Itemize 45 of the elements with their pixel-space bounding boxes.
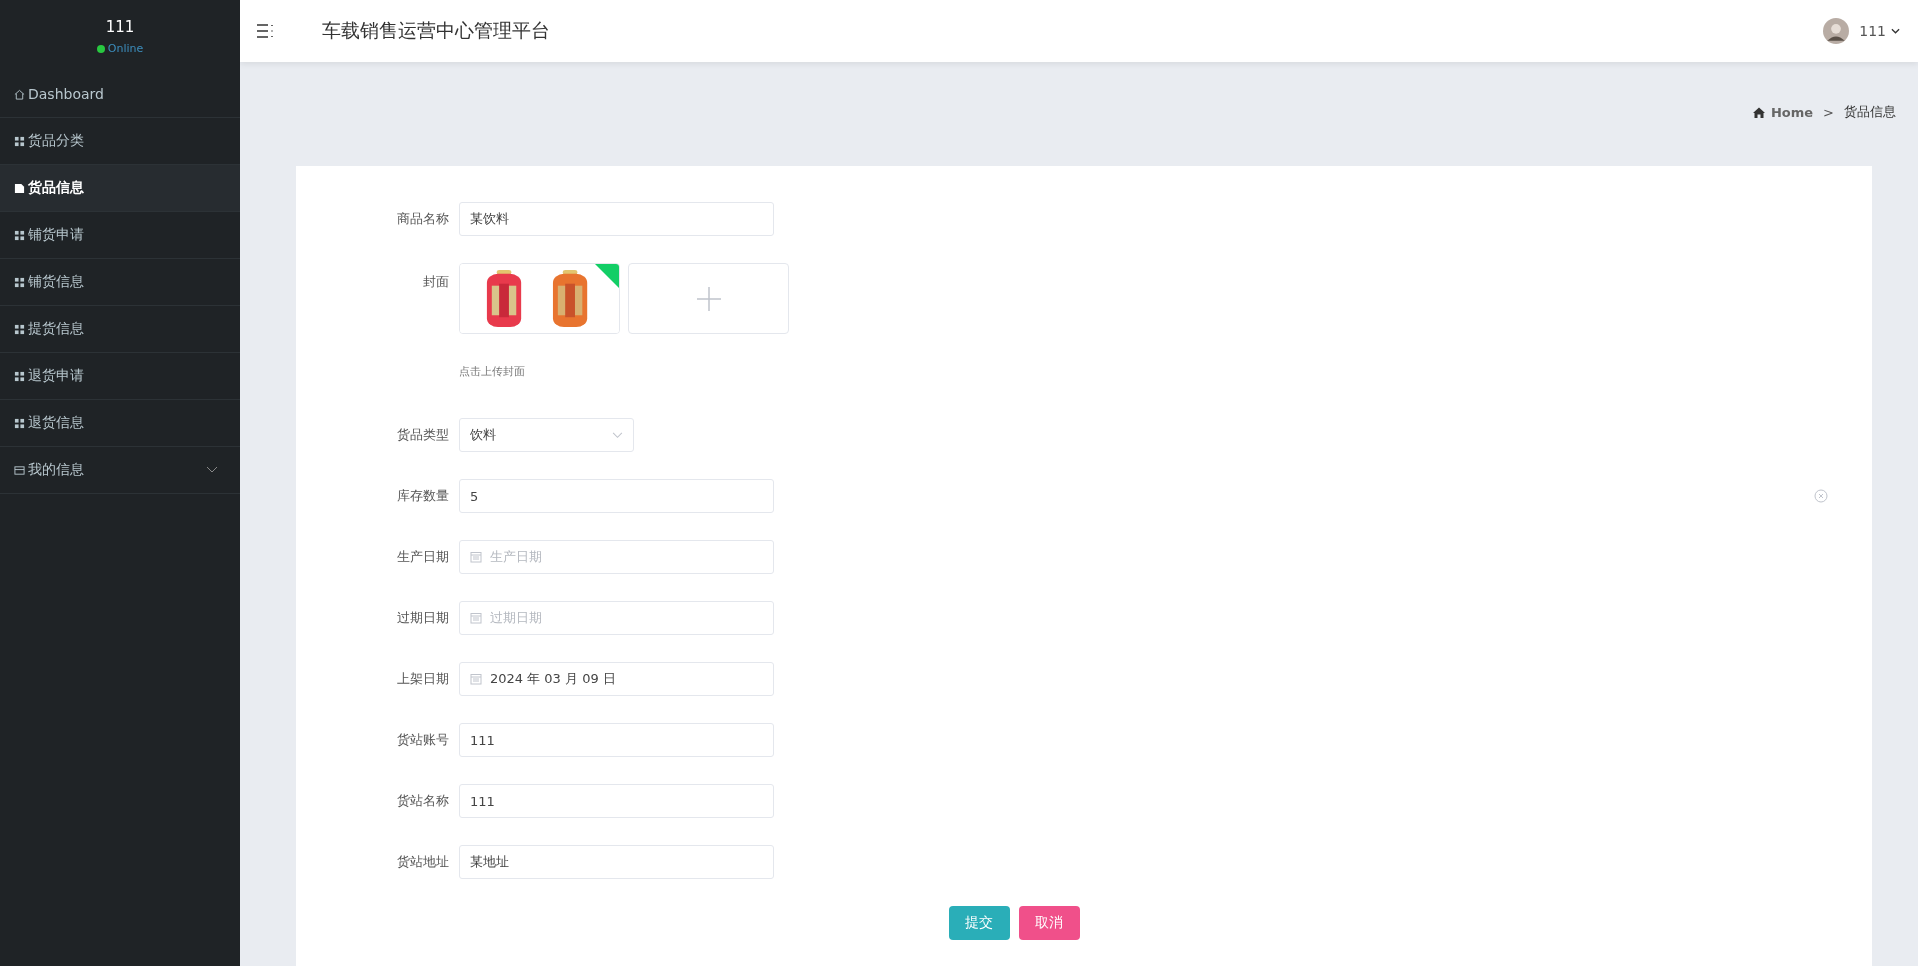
calendar-icon xyxy=(470,673,482,685)
online-status: Online xyxy=(96,42,144,55)
calendar-icon xyxy=(470,612,482,624)
input-field[interactable]: 某饮料 xyxy=(459,202,774,236)
app-title: 车载销售运营中心管理平台 xyxy=(322,18,550,43)
breadcrumb-link[interactable]: Home xyxy=(1770,104,1814,120)
sidebar-item[interactable]: 货品信息 xyxy=(0,165,240,212)
input-field[interactable]: 111 xyxy=(459,784,774,818)
card-icon xyxy=(14,464,25,476)
grid-icon xyxy=(14,135,25,147)
grid-icon xyxy=(14,417,25,429)
caret-icon[interactable] xyxy=(1891,28,1900,34)
home-icon xyxy=(14,88,25,100)
avatar-icon[interactable] xyxy=(1823,18,1850,44)
input-field[interactable]: 111 xyxy=(459,723,774,757)
input-field[interactable]: 某地址 xyxy=(459,845,774,879)
field-label: 货品类型 xyxy=(396,426,450,444)
field-label: 货站账号 xyxy=(396,731,450,749)
field-label: 库存数量 xyxy=(396,487,450,505)
chevron-down-icon xyxy=(206,466,218,474)
select-field[interactable]: 饮料 xyxy=(459,418,634,452)
calendar-icon xyxy=(470,551,482,563)
user-name: 111 xyxy=(105,18,135,36)
input-field[interactable]: 5 xyxy=(459,479,774,513)
breadcrumb-separator: > xyxy=(1823,104,1834,120)
chevron-down-icon xyxy=(612,431,623,439)
document-icon xyxy=(14,182,25,194)
field-label: 货站名称 xyxy=(396,792,450,810)
grid-icon xyxy=(14,229,25,241)
field-label: 货站地址 xyxy=(396,853,450,871)
home-icon xyxy=(1752,106,1765,118)
menu-icon[interactable] xyxy=(256,23,274,39)
grid-icon xyxy=(14,276,25,288)
user-menu[interactable]: 111 xyxy=(1859,23,1886,39)
grid-icon xyxy=(14,370,25,382)
breadcrumb-current: 货品信息 xyxy=(1844,103,1896,121)
grid-icon xyxy=(14,323,25,335)
field-label: 商品名称 xyxy=(396,210,450,228)
field-label: 封面 xyxy=(422,273,450,291)
field-label: 过期日期 xyxy=(396,609,450,627)
upload-hint: 点击上传封面 xyxy=(459,364,526,379)
plus-icon xyxy=(696,286,721,311)
field-label: 生产日期 xyxy=(396,548,450,566)
date-field[interactable]: 2024 年 03 月 09 日 xyxy=(459,662,774,696)
field-label: 上架日期 xyxy=(396,670,450,688)
